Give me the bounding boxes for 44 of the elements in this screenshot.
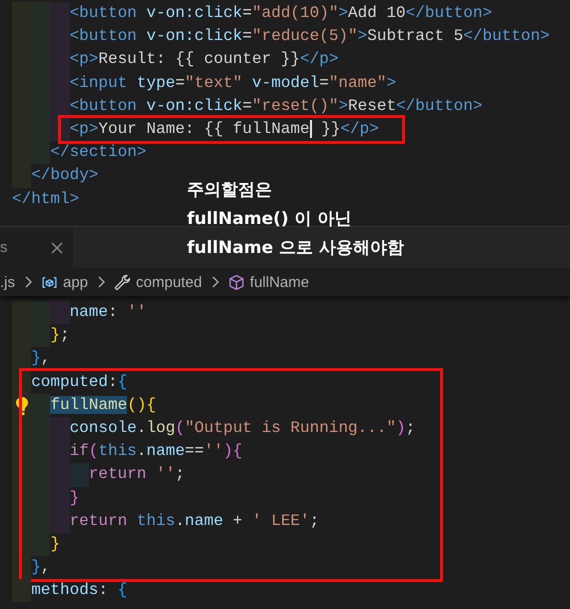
code-line: computed:{ (31, 372, 128, 393)
code-line: </html> (12, 188, 80, 210)
code-line: } (70, 488, 80, 508)
close-icon[interactable] (51, 242, 63, 254)
chevron-icon (24, 276, 32, 288)
code-line: </section> (50, 142, 146, 164)
code-line: return ''; (88, 464, 185, 486)
indent-guide (31, 301, 50, 324)
code-line: name: '' (70, 302, 146, 323)
breadcrumb-item[interactable]: app (63, 274, 88, 290)
indent-guide (31, 394, 50, 417)
indent-guide (12, 301, 32, 324)
code-line: methods: { (31, 580, 128, 602)
annotation-text: fullName 으로 사용해야함 (187, 237, 404, 260)
wrench-icon (114, 274, 132, 290)
code-line: fullName(){ (50, 394, 156, 416)
code-line: if(this.name==''){ (70, 441, 242, 462)
indent-guide (50, 94, 70, 118)
annotation-text: fullName() 이 아닌 (187, 208, 352, 231)
code-line: <p>Result: {{ counter }}</p> (70, 49, 338, 70)
code-line: }; (50, 325, 70, 346)
cube-icon (228, 274, 245, 290)
code-line: return this.name + ' LEE'; (70, 510, 320, 532)
indent-guide (50, 301, 70, 324)
code-line: <button v-on:click="reset()">Reset</button> (70, 96, 482, 117)
breadcrumb-item[interactable]: .js (0, 274, 15, 290)
code-line: console.log("Output is Running..."); (70, 418, 416, 439)
indent-guide (12, 347, 32, 371)
code-line: <p>Your Name: {{ fullName }}</p> (70, 118, 379, 140)
code-line: <button v-on:click="reduce(5)">Subtract 5</button> (70, 26, 550, 48)
lightbulb-icon[interactable] (16, 396, 28, 415)
breadcrumb-item[interactable]: computed (136, 274, 202, 290)
chevron-icon (97, 276, 106, 288)
chevron-icon (210, 276, 219, 288)
code-line: }, (31, 348, 50, 370)
editor-tab[interactable]: s (0, 227, 73, 268)
code-line: <button v-on:click="add(10)">Add 10</button> (70, 3, 492, 24)
indent-guide (12, 579, 32, 602)
code-line: </body> (31, 165, 98, 186)
annotation-text: 주의할점은 (187, 179, 273, 202)
code-line: } (50, 534, 60, 555)
code-line: }, (31, 557, 50, 578)
code-line: <input type="text" v-model="name"> (70, 72, 396, 94)
breadcrumb-item[interactable]: fullName (250, 274, 310, 290)
